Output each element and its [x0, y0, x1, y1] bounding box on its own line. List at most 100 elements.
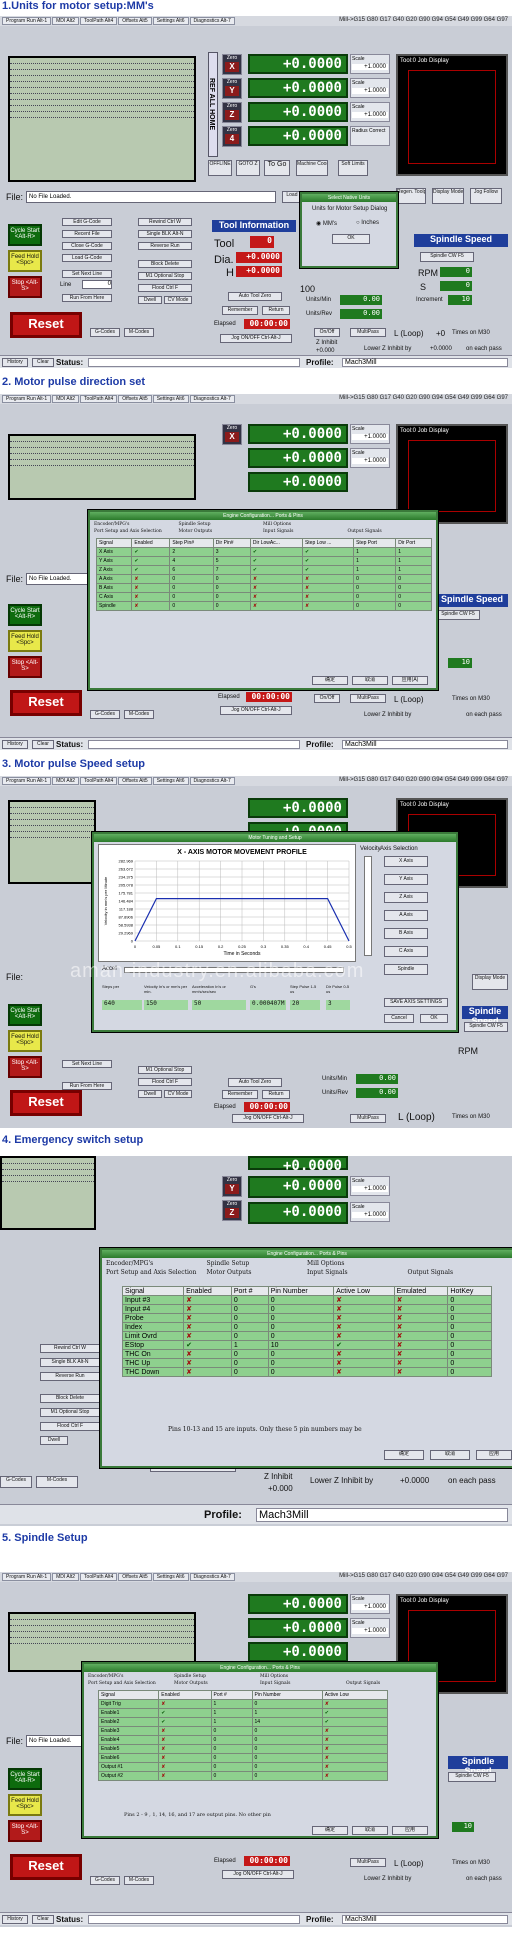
tab-encoder[interactable]: Encoder/MPG's — [106, 1259, 207, 1268]
block-delete-button[interactable]: Block Delete — [138, 260, 192, 268]
stop-button[interactable]: Stop <Alt-S> — [8, 1056, 42, 1078]
table-cell[interactable]: ✘ — [333, 1367, 395, 1377]
table-cell[interactable]: 1 — [353, 556, 397, 566]
table-row[interactable]: X Axis ✔ 2 3 ✔ ✔ 1 1 — [95, 547, 432, 557]
zero-z-button[interactable]: Zero Z — [222, 1200, 242, 1221]
table-cell[interactable]: 0 — [210, 1726, 253, 1736]
apply-button[interactable]: 应用 — [476, 1450, 512, 1460]
zero-z-button[interactable]: Zero Z — [222, 102, 242, 123]
table-cell[interactable]: 4 — [169, 556, 214, 566]
run-from-here-button[interactable]: Run From Here — [62, 294, 112, 302]
table-cell[interactable]: 0 — [251, 1771, 323, 1781]
table-cell[interactable]: 0 — [267, 1295, 335, 1305]
table-cell[interactable]: 7 — [212, 565, 251, 575]
gcodes-button[interactable]: G-Codes — [90, 1876, 120, 1885]
save-axis-settings-button[interactable]: SAVE AXIS SETTINGS — [384, 998, 448, 1007]
clear-button[interactable]: Clear — [32, 1915, 54, 1924]
velocity-slider[interactable] — [364, 856, 372, 956]
jog-onoff-button[interactable]: Jog ON/OFF Ctrl-Alt-J — [222, 1870, 294, 1879]
table-cell[interactable]: 0 — [230, 1367, 269, 1377]
table-row[interactable]: Input #4 ✘ 0 0 ✘ ✘ 0 — [121, 1304, 492, 1314]
table-cell[interactable]: 0 — [395, 592, 432, 602]
mcodes-button[interactable]: M-Codes — [124, 710, 154, 719]
gcodes-button[interactable]: G-Codes — [0, 1476, 32, 1488]
scale-y[interactable]: Scale +1.0000 — [350, 1618, 390, 1638]
table-cell[interactable]: ✘ — [333, 1295, 395, 1305]
table-cell[interactable]: ✘ — [393, 1349, 449, 1359]
table-cell[interactable]: 1 — [210, 1708, 253, 1718]
table-row[interactable]: Output #1 ✘ 0 0 ✘ — [97, 1762, 389, 1772]
dro-x[interactable]: +0.0000 — [248, 54, 348, 74]
display-mode-button[interactable]: Display Mode — [432, 188, 464, 204]
tab-output-signals[interactable]: Output Signals — [346, 1680, 432, 1687]
table-cell[interactable]: 0 — [210, 1771, 253, 1781]
table-row[interactable]: Enable4 ✘ 0 0 ✘ — [97, 1735, 389, 1745]
tab-mill-options[interactable]: Mill Options — [307, 1259, 408, 1268]
table-cell[interactable]: ✔ — [321, 1717, 389, 1727]
tab-diagnostics[interactable]: Diagnostics Alt-7 — [189, 395, 235, 403]
table-cell[interactable]: 0 — [353, 574, 397, 584]
tab-settings[interactable]: Settings Alt6 — [152, 17, 189, 25]
table-cell[interactable]: ✘ — [393, 1322, 449, 1332]
z-inhibit-value[interactable]: +0.000 — [316, 348, 335, 354]
table-cell[interactable]: 0 — [210, 1744, 253, 1754]
table-cell[interactable]: Spindle — [95, 601, 133, 611]
table-cell[interactable]: ✔ — [158, 1708, 212, 1718]
auto-tool-zero-button[interactable]: Auto Tool Zero — [228, 292, 282, 301]
tab-program-run[interactable]: Program Run Alt-1 — [2, 1573, 52, 1581]
table-cell[interactable]: ✘ — [249, 583, 303, 593]
table-cell[interactable]: Input #4 — [121, 1304, 185, 1314]
tab-port-setup[interactable]: Port Setup and Axis Selection — [94, 528, 179, 535]
tab-spindle-setup[interactable]: Spindle Setup — [174, 1673, 260, 1680]
table-cell[interactable]: A Axis — [95, 574, 133, 584]
table-cell[interactable]: ✘ — [131, 583, 171, 593]
table-cell[interactable]: ✘ — [321, 1771, 389, 1781]
cancel-button[interactable]: 取消 — [352, 1826, 388, 1835]
table-cell[interactable]: THC Up — [121, 1358, 185, 1368]
table-cell[interactable]: Enable4 — [97, 1735, 160, 1745]
zero-x-button[interactable]: Zero X — [222, 424, 242, 445]
spindle-cw-button[interactable]: Spindle CW F5 — [464, 1022, 508, 1032]
table-cell[interactable]: Enable5 — [97, 1744, 160, 1754]
table-cell[interactable]: ✘ — [131, 574, 171, 584]
table-cell[interactable]: 1 — [353, 547, 397, 557]
tab-output-signals[interactable]: Output Signals — [348, 528, 433, 535]
table-cell[interactable]: ✔ — [131, 547, 171, 557]
feed-hold-button[interactable]: Feed Hold <Spc> — [8, 630, 42, 652]
feed-hold-button[interactable]: Feed Hold <Spc> — [8, 1794, 42, 1816]
table-cell[interactable]: ✘ — [183, 1313, 232, 1323]
table-cell[interactable]: ✔ — [249, 556, 303, 566]
scale-x[interactable]: Scale +1.0000 — [350, 1594, 390, 1614]
tab-encoder[interactable]: Encoder/MPG's — [88, 1673, 174, 1680]
table-row[interactable]: THC On ✘ 0 0 ✘ ✘ 0 — [121, 1349, 492, 1359]
input-signals-table[interactable]: Signal Enabled Port # Pin Number Active Low E… — [121, 1286, 492, 1377]
ref-all-home-button[interactable]: REF ALL HOME — [208, 52, 218, 157]
table-cell[interactable]: ✘ — [183, 1367, 232, 1377]
table-cell[interactable]: ✔ — [301, 547, 355, 557]
return-button[interactable]: Return — [262, 1090, 290, 1099]
table-row[interactable]: Input #3 ✘ 0 0 ✘ ✘ 0 — [121, 1295, 492, 1305]
tab-program-run[interactable]: Program Run Alt-1 — [2, 17, 52, 25]
table-cell[interactable]: ✘ — [183, 1295, 232, 1305]
tab-toolpath[interactable]: ToolPath Alt4 — [80, 395, 118, 403]
spindle-cw-button[interactable]: Spindle CW F5 — [448, 1772, 496, 1782]
multipass-button[interactable]: MultiPass — [350, 328, 386, 337]
table-row[interactable]: THC Down ✘ 0 0 ✘ ✘ 0 — [121, 1367, 492, 1377]
table-cell[interactable]: ✘ — [183, 1349, 232, 1359]
table-cell[interactable]: Enable3 — [97, 1726, 160, 1736]
table-cell[interactable]: 0 — [212, 574, 251, 584]
tuning-field-value[interactable]: 0.000407M — [250, 1000, 286, 1010]
table-cell[interactable]: 0 — [267, 1304, 335, 1314]
table-cell[interactable]: 0 — [230, 1295, 269, 1305]
table-row[interactable]: THC Up ✘ 0 0 ✘ ✘ 0 — [121, 1358, 492, 1368]
tab-input-signals[interactable]: Input Signals — [260, 1680, 346, 1687]
tab-program-run[interactable]: Program Run Alt-1 — [2, 777, 52, 785]
units-mm-radio[interactable]: ◉ MM's — [316, 220, 337, 227]
table-cell[interactable]: 0 — [169, 583, 214, 593]
table-cell[interactable]: 0 — [267, 1322, 335, 1332]
table-cell[interactable]: B Axis — [95, 583, 133, 593]
axis-select-button[interactable]: Y Axis — [384, 874, 428, 885]
table-cell[interactable]: Y Axis — [95, 556, 133, 566]
table-cell[interactable]: ✘ — [131, 601, 171, 611]
table-cell[interactable]: Limit Ovrd — [121, 1331, 185, 1341]
